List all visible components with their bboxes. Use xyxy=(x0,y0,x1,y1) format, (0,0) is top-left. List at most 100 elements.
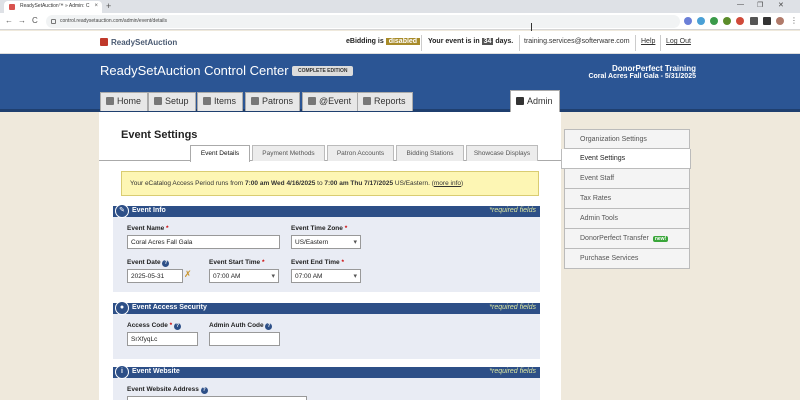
org-name: DonorPerfect Training xyxy=(611,64,696,73)
menu-item-event-settings[interactable]: Event Settings xyxy=(561,149,691,169)
start-time-select[interactable]: 07:00 AM xyxy=(209,269,279,283)
logout-link[interactable]: Log Out xyxy=(666,38,691,45)
browser-menu-icon[interactable]: ⋮ xyxy=(790,16,798,25)
help-link[interactable]: Help xyxy=(641,38,655,45)
close-tab-icon[interactable]: × xyxy=(94,3,98,9)
menu-item-label: DonorPerfect Transfer xyxy=(580,235,649,242)
menu-item-tax-rates[interactable]: Tax Rates xyxy=(564,189,690,209)
notice-text: ) xyxy=(461,180,464,187)
access-security-section: ● Event Access Security *required fields… xyxy=(113,301,540,359)
menu-item-purchase-services[interactable]: Purchase Services xyxy=(564,249,690,269)
calendar-clear-icon[interactable]: ✗ xyxy=(184,269,192,280)
website-address-input[interactable] xyxy=(127,396,307,400)
end-time-select[interactable]: 07:00 AM xyxy=(291,269,361,283)
tools-icon xyxy=(516,97,524,105)
subtab-patron-accounts[interactable]: Patron Accounts xyxy=(327,145,394,161)
menu-item-donorperfect-transfer[interactable]: DonorPerfect Transfer new! xyxy=(564,229,690,249)
extension-icon[interactable] xyxy=(697,17,705,25)
nav-tab-setup[interactable]: Setup xyxy=(148,92,196,111)
new-tab-button[interactable]: + xyxy=(106,1,111,11)
logo-text: ReadySetAuction xyxy=(111,38,178,47)
reload-icon[interactable]: C xyxy=(32,16,38,25)
back-icon[interactable]: ← xyxy=(5,16,13,25)
help-icon[interactable]: ? xyxy=(265,323,273,330)
nav-tab-patrons[interactable]: Patrons xyxy=(245,92,301,111)
notice-end: 7:00 am Thu 7/17/2025 xyxy=(324,180,394,187)
ebidding-status-badge: disabled xyxy=(385,38,421,45)
section-title: Event Info xyxy=(132,207,166,214)
website-address-label: Event Website Address ? xyxy=(127,386,208,394)
restore-icon[interactable]: ❐ xyxy=(757,1,763,9)
main-panel: Event Settings Event Details Payment Met… xyxy=(99,112,561,400)
menu-item-admin-tools[interactable]: Admin Tools xyxy=(564,209,690,229)
event-countdown: Your event is in 34 days. xyxy=(428,38,513,45)
sidebar-icon[interactable] xyxy=(763,17,771,25)
browser-tab-bar: ReadySetAuction™ » Admin: C × + — ❐ ✕ xyxy=(0,0,800,13)
forward-icon[interactable]: → xyxy=(18,16,26,25)
help-icon[interactable]: ? xyxy=(162,260,170,267)
nav-tab-home[interactable]: Home xyxy=(100,92,149,111)
logo-icon xyxy=(100,38,108,46)
puzzle-icon[interactable] xyxy=(750,17,758,25)
label-text: Admin Auth Code xyxy=(209,322,264,329)
admin-auth-label: Admin Auth Code ? xyxy=(209,322,273,330)
time-zone-select[interactable]: US/Eastern xyxy=(291,235,361,249)
favicon-icon xyxy=(9,4,15,10)
time-zone-label: Event Time Zone * xyxy=(291,225,347,232)
extension-icon[interactable] xyxy=(710,17,718,25)
label-text: Event Website Address xyxy=(127,386,199,393)
required-note: *required fields xyxy=(489,207,536,214)
section-header: ● Event Access Security *required fields xyxy=(113,301,540,315)
admin-auth-input[interactable] xyxy=(209,332,280,346)
event-info-section: ✎ Event Info *required fields Event Name… xyxy=(113,204,540,292)
start-time-label: Event Start Time * xyxy=(209,259,265,266)
event-name-input[interactable]: Coral Acres Fall Gala xyxy=(127,235,280,249)
subtab-payment-methods[interactable]: Payment Methods xyxy=(252,145,325,161)
nav-tab-label: @Event xyxy=(319,96,352,106)
required-note: *required fields xyxy=(489,368,536,375)
countdown-prefix: Your event is in xyxy=(428,38,480,45)
url-input[interactable]: control.readysetauction.com/admin/event/… xyxy=(46,15,680,28)
nav-tab-admin[interactable]: Admin xyxy=(510,90,560,114)
menu-item-event-staff[interactable]: Event Staff xyxy=(564,169,690,189)
access-code-input[interactable]: SrXfyqLc xyxy=(127,332,198,346)
url-text: control.readysetauction.com/admin/event/… xyxy=(60,18,168,24)
countdown-days-badge: 34 xyxy=(481,38,494,45)
minimize-icon[interactable]: — xyxy=(737,1,744,8)
nav-tab-event[interactable]: @Event xyxy=(302,92,359,111)
window-close-icon[interactable]: ✕ xyxy=(778,1,784,9)
label-text: Access Code xyxy=(127,322,168,329)
nav-tab-reports[interactable]: Reports xyxy=(357,92,413,111)
help-icon[interactable]: ? xyxy=(200,387,208,394)
menu-item-organization-settings[interactable]: Organization Settings xyxy=(564,129,690,149)
event-date-label: Event Date ? xyxy=(127,259,170,267)
nav-tab-items[interactable]: Items xyxy=(197,92,244,111)
gears-icon xyxy=(154,97,162,105)
extension-icon[interactable] xyxy=(736,17,744,25)
notice-start: 7:00 am Wed 4/16/2025 xyxy=(245,180,316,187)
label-text: Event End Time xyxy=(291,259,340,266)
subtab-bidding-stations[interactable]: Bidding Stations xyxy=(396,145,464,161)
subtab-showcase-displays[interactable]: Showcase Displays xyxy=(466,145,538,161)
section-title: Event Access Security xyxy=(132,304,207,311)
event-date-input[interactable]: 2025-05-31 xyxy=(127,269,183,283)
profile-avatar[interactable] xyxy=(776,17,784,25)
extension-icon[interactable] xyxy=(723,17,731,25)
event-name-label: Event Name * xyxy=(127,225,169,232)
edition-badge: COMPLETE EDITION xyxy=(292,66,354,76)
required-marker: * xyxy=(344,225,348,232)
event-name: Coral Acres Fall Gala - 5/31/2025 xyxy=(588,73,696,80)
address-bar: ← → C control.readysetauction.com/admin/… xyxy=(0,13,800,30)
divider xyxy=(519,35,520,51)
more-info-link[interactable]: more info xyxy=(434,180,461,187)
browser-tab[interactable]: ReadySetAuction™ » Admin: C × xyxy=(4,1,102,13)
help-icon[interactable]: ? xyxy=(173,323,181,330)
sub-tabs: Event Details Payment Methods Patron Acc… xyxy=(99,144,561,162)
logo[interactable]: ReadySetAuction xyxy=(100,38,177,47)
nav-tab-label: Reports xyxy=(374,96,406,106)
ebidding-status: eBidding is disabled xyxy=(346,38,421,45)
subtab-event-details[interactable]: Event Details xyxy=(190,145,250,162)
extension-icon[interactable] xyxy=(684,17,692,25)
ebidding-prefix: eBidding is xyxy=(346,38,384,45)
countdown-suffix: days. xyxy=(495,38,514,45)
